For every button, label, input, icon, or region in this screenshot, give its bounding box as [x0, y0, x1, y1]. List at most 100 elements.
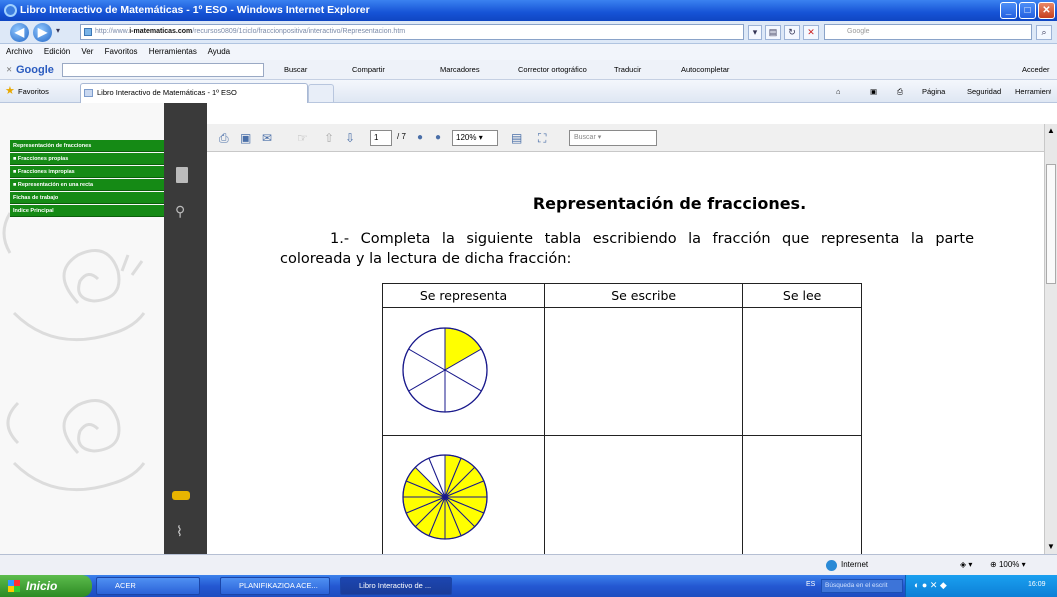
binoculars-icon[interactable]: ⚲ — [175, 203, 185, 220]
menu-herramientas[interactable]: Herramientas — [149, 47, 197, 56]
search-box[interactable]: Google — [824, 24, 1032, 40]
pdf-toolbar: ⎙ ▣ ✉ ☞ ⇧ ⇩ 1 / 7 ● ● 120% ▾ ▤ ⛶ Buscar … — [207, 124, 1044, 152]
menu-ayuda[interactable]: Ayuda — [208, 47, 231, 56]
window-title-bar: Libro Interactivo de Matemáticas - 1º ES… — [0, 0, 1057, 21]
attachment-icon[interactable]: ⌇ — [176, 523, 183, 540]
windows-logo-icon — [8, 580, 20, 592]
search-icon[interactable]: ⌕ — [1036, 25, 1052, 40]
sidebar-item-indice[interactable]: Indice Principal — [10, 205, 164, 217]
task-libro-interactivo[interactable]: Libro Interactivo de ... — [340, 577, 452, 595]
sidebar-item-label: Fracciones impropias — [17, 169, 75, 175]
print-icon[interactable]: ⎙ — [219, 130, 229, 146]
comments-icon[interactable] — [172, 491, 190, 500]
sidebar-nav: Representación de fracciones ■ Fraccione… — [0, 103, 164, 554]
herramientas-menu[interactable]: Herramientas — [1015, 80, 1051, 103]
hand-tool-icon[interactable]: ☞ — [297, 130, 308, 146]
acceder-button[interactable]: Acceder — [1022, 60, 1050, 80]
table-row — [382, 307, 862, 436]
sidebar-item-propias[interactable]: ■ Fracciones propias — [10, 153, 164, 165]
autocompletar-button[interactable]: Autocompletar — [681, 60, 729, 80]
tab-libro-interactivo[interactable]: Libro Interactivo de Matemáticas - 1º ES… — [80, 83, 308, 103]
fit-page-icon[interactable]: ▤ — [511, 130, 522, 146]
start-label: Inicio — [26, 579, 58, 593]
buscar-button[interactable]: Buscar — [284, 60, 307, 80]
desktop-search-input[interactable]: Búsqueda en el escrit — [821, 579, 903, 593]
new-tab-button[interactable] — [308, 84, 334, 102]
traducir-button[interactable]: Traducir — [614, 60, 641, 80]
fraction-read-cell[interactable] — [742, 434, 862, 554]
home-icon[interactable]: ⌂ — [836, 80, 841, 103]
compat-view-icon[interactable]: ▤ — [765, 25, 781, 40]
protected-mode-icon[interactable]: ◈ ▾ — [960, 555, 972, 575]
zoom-level[interactable]: ⊕ 100% ▾ — [990, 555, 1026, 575]
task-label: Libro Interactivo de ... — [359, 581, 432, 590]
fraction-written-cell[interactable] — [543, 434, 744, 554]
tray-icons[interactable]: ◐ ● ✕ ◆ — [914, 580, 947, 591]
forward-button[interactable]: ▶ — [33, 23, 52, 42]
sidebar-item-impropias[interactable]: ■ Fracciones impropias — [10, 166, 164, 178]
zoom-select[interactable]: 120% ▾ — [452, 130, 498, 146]
feeds-icon[interactable]: ▣ — [870, 80, 877, 103]
google-logo: Google — [16, 64, 54, 76]
scroll-down-icon[interactable]: ▼ — [1047, 542, 1055, 551]
corrector-button[interactable]: Corrector ortográfico — [518, 60, 587, 80]
task-acer[interactable]: ACER — [96, 577, 200, 595]
save-icon[interactable]: ▣ — [240, 130, 251, 146]
favorites-star-icon: ★ — [5, 85, 15, 97]
menu-ver[interactable]: Ver — [81, 47, 93, 56]
menu-archivo[interactable]: Archivo — [6, 47, 33, 56]
zoom-out-icon[interactable]: ● — [417, 130, 423, 146]
fraction-circle-row2 — [402, 454, 488, 540]
marcadores-button[interactable]: Marcadores — [440, 60, 480, 80]
seguridad-menu[interactable]: Seguridad — [967, 80, 1001, 103]
url-field[interactable]: http://www.i-matematicas.com/recursos080… — [80, 24, 744, 40]
pdf-search-input[interactable]: Buscar ▾ — [569, 130, 657, 146]
task-planifikazioa[interactable]: PLANIFIKAZIOA ACE... — [220, 577, 330, 595]
share-icon[interactable]: ✉ — [262, 130, 272, 146]
scroll-up-icon[interactable]: ▲ — [1047, 126, 1055, 135]
compartir-button[interactable]: Compartir — [352, 60, 385, 80]
print-icon[interactable]: ⎙ — [897, 80, 903, 103]
scroll-thumb[interactable] — [1046, 164, 1056, 284]
maximize-button[interactable]: □ — [1019, 2, 1036, 19]
security-zone: Internet — [841, 560, 869, 569]
refresh-icon[interactable]: ↻ — [784, 25, 800, 40]
url-path: /recursos0809/1ciclo/fraccionpositiva/in… — [192, 28, 406, 35]
url-dropdown-icon[interactable]: ▾ — [748, 25, 762, 40]
sidebar-item-fichas[interactable]: Fichas de trabajo — [10, 192, 164, 204]
sidebar-item-label: Representación en una recta — [17, 182, 94, 188]
fraction-image-cell — [382, 434, 545, 554]
taskbar: Inicio ACER PLANIFIKAZIOA ACE... Libro I… — [0, 575, 1057, 597]
toolbar-close-icon[interactable]: ✕ — [6, 60, 12, 80]
page-favicon-icon — [84, 28, 92, 36]
fraction-circle-row1 — [402, 327, 488, 413]
favoritos-button[interactable]: Favoritos — [18, 80, 49, 103]
tab-title: Libro Interactivo de Matemáticas - 1º ES… — [97, 88, 237, 97]
column-header: Se lee — [742, 282, 862, 309]
previous-page-icon[interactable]: ⇧ — [324, 130, 334, 146]
back-button[interactable]: ◀ — [10, 23, 29, 42]
history-dropdown-icon[interactable]: ▾ — [56, 26, 60, 35]
menu-favoritos[interactable]: Favoritos — [105, 47, 138, 56]
pages-icon[interactable] — [176, 167, 188, 183]
minimize-button[interactable]: _ — [1000, 2, 1017, 19]
table-header-row: Se representa Se escribe Se lee — [382, 282, 862, 309]
pagina-menu[interactable]: Página — [922, 80, 945, 103]
zoom-in-icon[interactable]: ● — [435, 130, 441, 146]
fullscreen-icon[interactable]: ⛶ — [538, 130, 546, 146]
start-button[interactable]: Inicio — [0, 575, 92, 597]
vertical-scrollbar[interactable]: ▲ ▼ — [1044, 124, 1057, 554]
sidebar-item-representacion[interactable]: Representación de fracciones — [10, 140, 164, 152]
sidebar-item-recta[interactable]: ■ Representación en una recta — [10, 179, 164, 191]
menu-edicion[interactable]: Edición — [44, 47, 70, 56]
ie-logo-icon — [4, 4, 17, 17]
fraction-read-cell[interactable] — [742, 307, 862, 436]
next-page-icon[interactable]: ⇩ — [345, 130, 355, 146]
google-search-input[interactable] — [62, 63, 264, 77]
page-number-input[interactable]: 1 — [370, 130, 392, 146]
tab-favicon-icon — [84, 89, 93, 97]
close-button[interactable]: ✕ — [1038, 2, 1055, 19]
fraction-written-cell[interactable] — [543, 307, 744, 436]
language-indicator[interactable]: ES — [806, 581, 815, 588]
stop-icon[interactable]: ✕ — [803, 25, 819, 40]
